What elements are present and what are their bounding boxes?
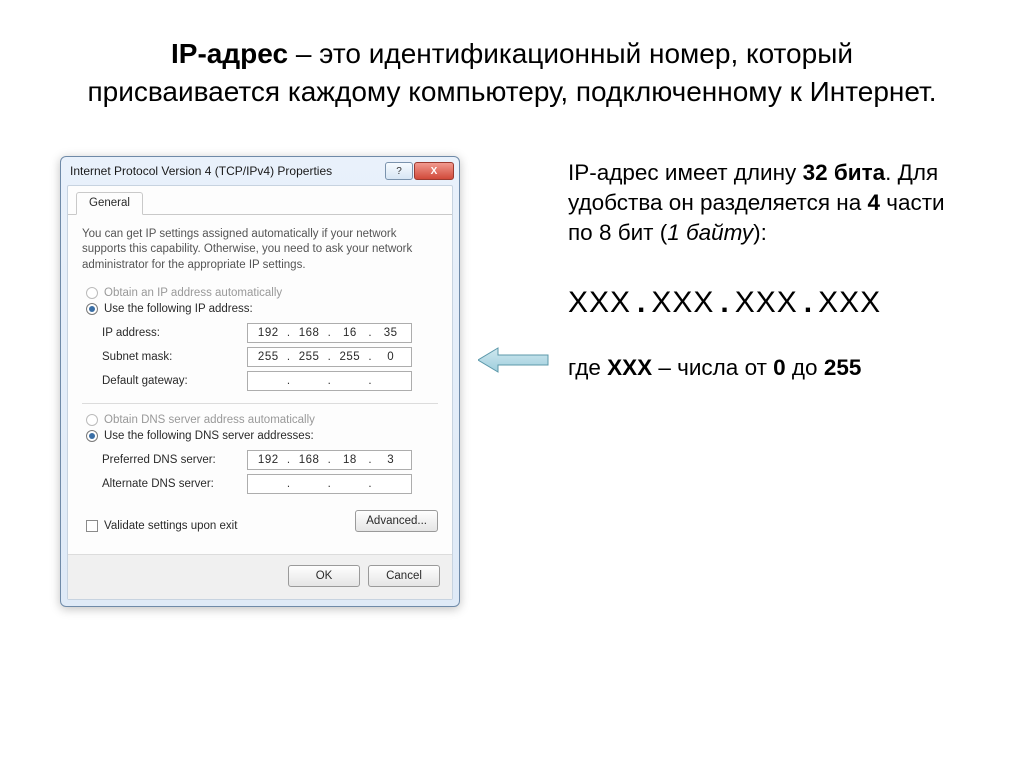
ip-octet: 18 [336, 454, 364, 466]
radio-icon [86, 414, 98, 426]
radio-use-ip[interactable]: Use the following IP address: [86, 303, 438, 315]
checkbox-label: Validate settings upon exit [104, 520, 237, 532]
text-italic: 1 байту [667, 220, 753, 245]
text-bold: ХХХ [607, 355, 652, 380]
radio-label: Use the following IP address: [104, 303, 253, 315]
ip-octet: 255 [336, 351, 364, 363]
help-button[interactable]: ? [385, 162, 413, 180]
radio-label: Use the following DNS server addresses: [104, 430, 314, 442]
text: IP-адрес имеет длину [568, 160, 803, 185]
tab-row: General [68, 192, 452, 215]
text-bold: 0 [773, 355, 786, 380]
text-bold: 255 [824, 355, 862, 380]
text-bold: 32 бита [803, 160, 886, 185]
ip-octet: 255 [254, 351, 282, 363]
validate-checkbox[interactable]: Validate settings upon exit [86, 520, 237, 532]
radio-obtain-dns-auto: Obtain DNS server address automatically [86, 414, 438, 426]
ip-octet: 168 [295, 327, 323, 339]
alternate-dns-input[interactable]: . . . [247, 474, 412, 494]
intro-text: You can get IP settings assigned automat… [82, 227, 438, 274]
ip-address-input[interactable]: 192. 168. 16. 35 [247, 323, 412, 343]
text-bold: 4 [868, 190, 881, 215]
pattern-octet: ХХХ [735, 286, 798, 319]
ip-pattern: ХХХ.ХХХ.ХХХ.ХХХ [568, 283, 974, 324]
text: до [786, 355, 824, 380]
pattern-octet: ХХХ [568, 286, 631, 319]
radio-icon [86, 303, 98, 315]
radio-obtain-ip-auto[interactable]: Obtain an IP address automatically [86, 287, 438, 299]
ip-octet: 0 [377, 351, 405, 363]
title-bold: IP-адрес [171, 38, 288, 69]
radio-label: Obtain an IP address automatically [104, 287, 282, 299]
ok-button[interactable]: OK [288, 565, 360, 587]
close-icon: X [431, 166, 438, 177]
radio-use-dns[interactable]: Use the following DNS server addresses: [86, 430, 438, 442]
divider [82, 403, 438, 404]
pattern-octet: ХХХ [818, 286, 881, 319]
text: – числа от [652, 355, 773, 380]
ip-octet: 3 [377, 454, 405, 466]
radio-icon [86, 287, 98, 299]
pattern-octet: ХХХ [651, 286, 714, 319]
explanation-text: IP-адрес имеет длину 32 бита. Для удобст… [568, 156, 974, 384]
where-text: где ХХХ – числа от 0 до 255 [568, 353, 974, 383]
advanced-button[interactable]: Advanced... [355, 510, 438, 532]
tab-general[interactable]: General [76, 192, 143, 215]
gateway-input[interactable]: . . . [247, 371, 412, 391]
radio-icon [86, 430, 98, 442]
ipv4-properties-dialog: Internet Protocol Version 4 (TCP/IPv4) P… [60, 156, 460, 608]
text: где [568, 355, 607, 380]
window-title: Internet Protocol Version 4 (TCP/IPv4) P… [70, 164, 332, 178]
cancel-button[interactable]: Cancel [368, 565, 440, 587]
preferred-dns-input[interactable]: 192. 168. 18. 3 [247, 450, 412, 470]
text: ): [753, 220, 767, 245]
checkbox-icon [86, 520, 98, 532]
close-button[interactable]: X [414, 162, 454, 180]
ip-octet: 192 [254, 327, 282, 339]
radio-label: Obtain DNS server address automatically [104, 414, 315, 426]
slide-title: IP-адрес – это идентификационный номер, … [0, 0, 1024, 111]
ip-octet: 35 [377, 327, 405, 339]
subnet-mask-input[interactable]: 255. 255. 255. 0 [247, 347, 412, 367]
label-preferred-dns: Preferred DNS server: [102, 454, 247, 466]
question-icon: ? [396, 166, 402, 177]
ip-octet: 192 [254, 454, 282, 466]
label-alternate-dns: Alternate DNS server: [102, 478, 247, 490]
ip-octet: 168 [295, 454, 323, 466]
label-ip: IP address: [102, 327, 247, 339]
label-subnet: Subnet mask: [102, 351, 247, 363]
ip-octet: 16 [336, 327, 364, 339]
arrow-left-icon [478, 346, 550, 374]
ip-octet: 255 [295, 351, 323, 363]
titlebar[interactable]: Internet Protocol Version 4 (TCP/IPv4) P… [61, 157, 459, 185]
label-gateway: Default gateway: [102, 375, 247, 387]
